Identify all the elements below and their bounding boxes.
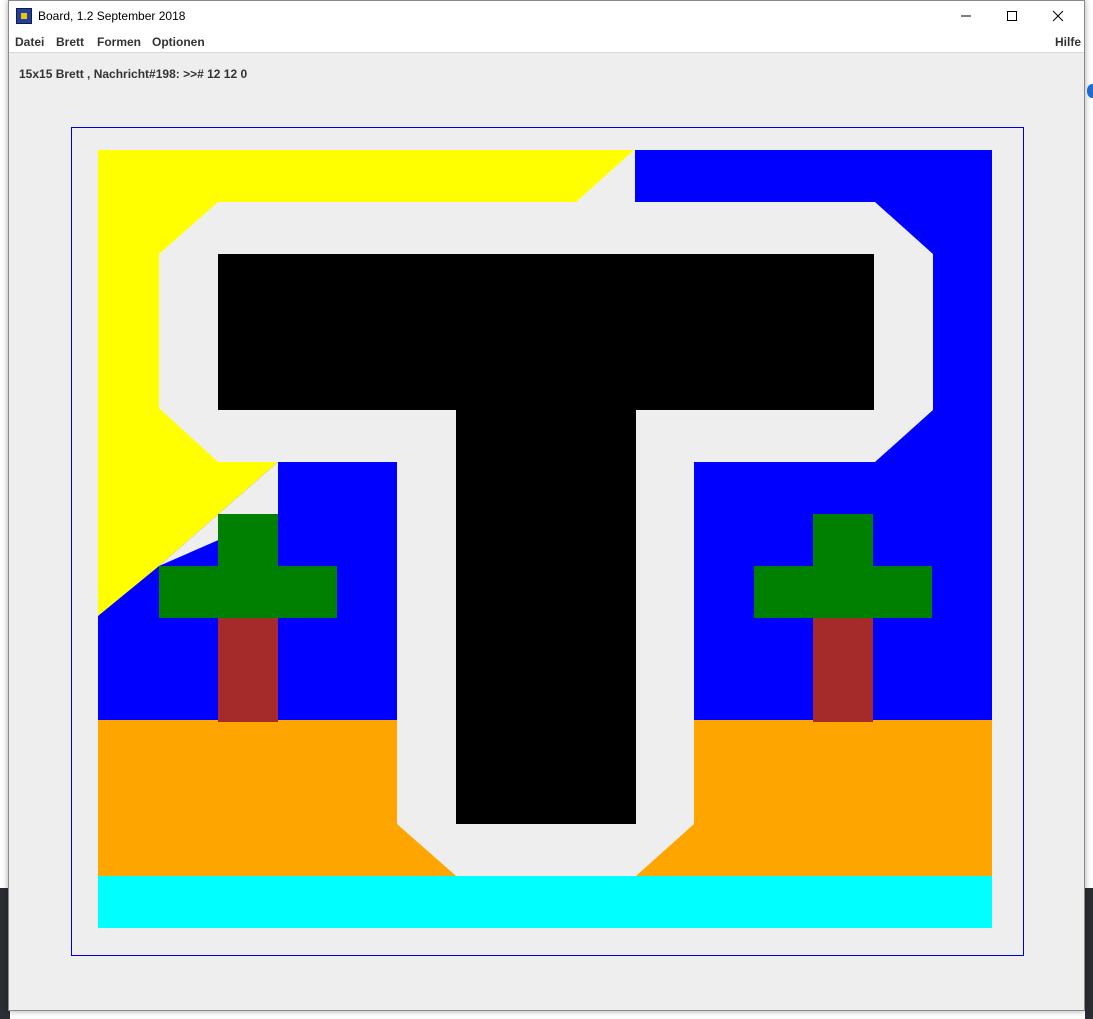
maximize-icon (1007, 11, 1017, 21)
tree-right-trunk (813, 618, 873, 722)
t-stem (456, 408, 636, 824)
cyan-water (98, 876, 992, 928)
tree-left-crown-top (218, 514, 278, 566)
minimize-button[interactable] (943, 1, 989, 32)
close-icon (1052, 10, 1064, 22)
menu-optionen[interactable]: Optionen (152, 35, 205, 49)
maximize-button[interactable] (989, 1, 1035, 32)
menu-bar: Datei Brett Formen Optionen Hilfe (9, 32, 1084, 53)
board-app-icon[interactable] (16, 8, 32, 24)
tree-right-crown-top (813, 514, 873, 566)
tree-right-crown (754, 566, 932, 618)
menu-formen[interactable]: Formen (97, 35, 141, 49)
tree-left-trunk (218, 618, 278, 722)
t-bar-top (218, 254, 874, 410)
close-button[interactable] (1035, 1, 1081, 32)
title-bar[interactable]: Board, 1.2 September 2018 (9, 1, 1084, 32)
minimize-icon (961, 15, 971, 17)
menu-hilfe[interactable]: Hilfe (1055, 35, 1081, 49)
tree-left-crown (159, 566, 337, 618)
status-message: 15x15 Brett , Nachricht#198: >># 12 12 0 (19, 67, 248, 81)
menu-brett[interactable]: Brett (56, 35, 84, 49)
window-title: Board, 1.2 September 2018 (38, 9, 186, 23)
desktop-app-indicator (1087, 84, 1093, 98)
board-canvas[interactable] (90, 150, 992, 934)
desktop-taskbar-fragment-right (1085, 888, 1093, 1019)
menu-datei[interactable]: Datei (15, 35, 44, 49)
